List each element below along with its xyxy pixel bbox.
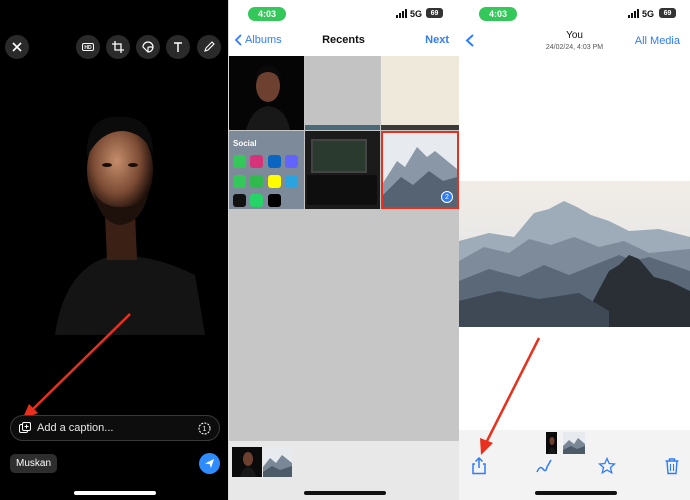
linkedin-icon: [268, 155, 281, 168]
instagram-icon: [250, 155, 263, 168]
svg-text:1: 1: [203, 426, 207, 433]
status-time: 4:03: [248, 7, 286, 21]
annotation-arrow: [480, 337, 541, 455]
photo-thumb-social-folder[interactable]: Social: [228, 131, 304, 209]
media-viewer-panel: 4:03 5G 69 You 24/02/24, 4:03 PM All Med…: [459, 0, 690, 500]
screenshot-collage: HD Add a caption... 1 Muskan 4:03 5G 69 …: [0, 0, 690, 500]
social-folder-label: Social: [233, 139, 257, 148]
image-editor-panel: HD Add a caption... 1 Muskan: [0, 0, 228, 500]
next-button[interactable]: Next: [425, 34, 449, 46]
send-button[interactable]: [199, 453, 220, 474]
picker-header: Recents Albums Next: [228, 24, 459, 56]
photo-thumb-laptop[interactable]: [305, 131, 380, 209]
add-sticker-icon[interactable]: [19, 422, 31, 434]
send-icon: [205, 459, 214, 468]
recents-picker-panel: 4:03 5G 69 Recents Albums Next Social 2: [228, 0, 459, 500]
mastodon-icon: [285, 155, 298, 168]
telegram-icon: [285, 175, 298, 188]
photo-thumb-mountains-selected[interactable]: 2: [381, 131, 459, 209]
caption-input[interactable]: Add a caption... 1: [10, 415, 220, 441]
status-row: 4:03 5G 69: [228, 6, 459, 22]
recipient-chip[interactable]: Muskan: [10, 454, 58, 473]
albums-label: Albums: [245, 34, 282, 46]
photo-thumb-gray[interactable]: [305, 56, 380, 130]
portrait-thumbnail: [246, 66, 290, 130]
laptop-keyboard: [307, 175, 377, 205]
snapchat-icon: [268, 175, 281, 188]
photo-thumb-portrait[interactable]: [228, 56, 304, 130]
battery-icon: 69: [426, 8, 443, 18]
albums-back-button[interactable]: Albums: [234, 34, 282, 46]
thumb-strip: [381, 125, 459, 130]
view-once-icon[interactable]: 1: [198, 421, 211, 435]
phone-icon: [250, 175, 263, 188]
panel-divider: [228, 0, 229, 500]
whatsapp-icon: [250, 194, 263, 207]
photo-thumb-note[interactable]: [381, 56, 459, 130]
home-indicator[interactable]: [74, 491, 156, 495]
tray-thumb-mountains[interactable]: [263, 447, 292, 477]
home-indicator[interactable]: [535, 491, 617, 495]
facetime-icon: [233, 155, 246, 168]
home-indicator[interactable]: [304, 491, 386, 495]
tray-thumb-portrait[interactable]: [232, 447, 262, 477]
selection-count-badge[interactable]: 2: [441, 191, 453, 203]
portrait-thumbnail: [240, 452, 256, 477]
mountains-thumbnail: [263, 455, 292, 477]
signal-icon: [396, 9, 407, 18]
threads-icon: [233, 194, 246, 207]
chevron-left-icon: [234, 34, 242, 46]
laptop-screen: [311, 139, 367, 173]
x-icon: [268, 194, 281, 207]
thumb-strip: [305, 125, 380, 130]
messages-icon: [233, 175, 246, 188]
network-label: 5G: [410, 9, 423, 19]
caption-placeholder: Add a caption...: [37, 422, 114, 434]
